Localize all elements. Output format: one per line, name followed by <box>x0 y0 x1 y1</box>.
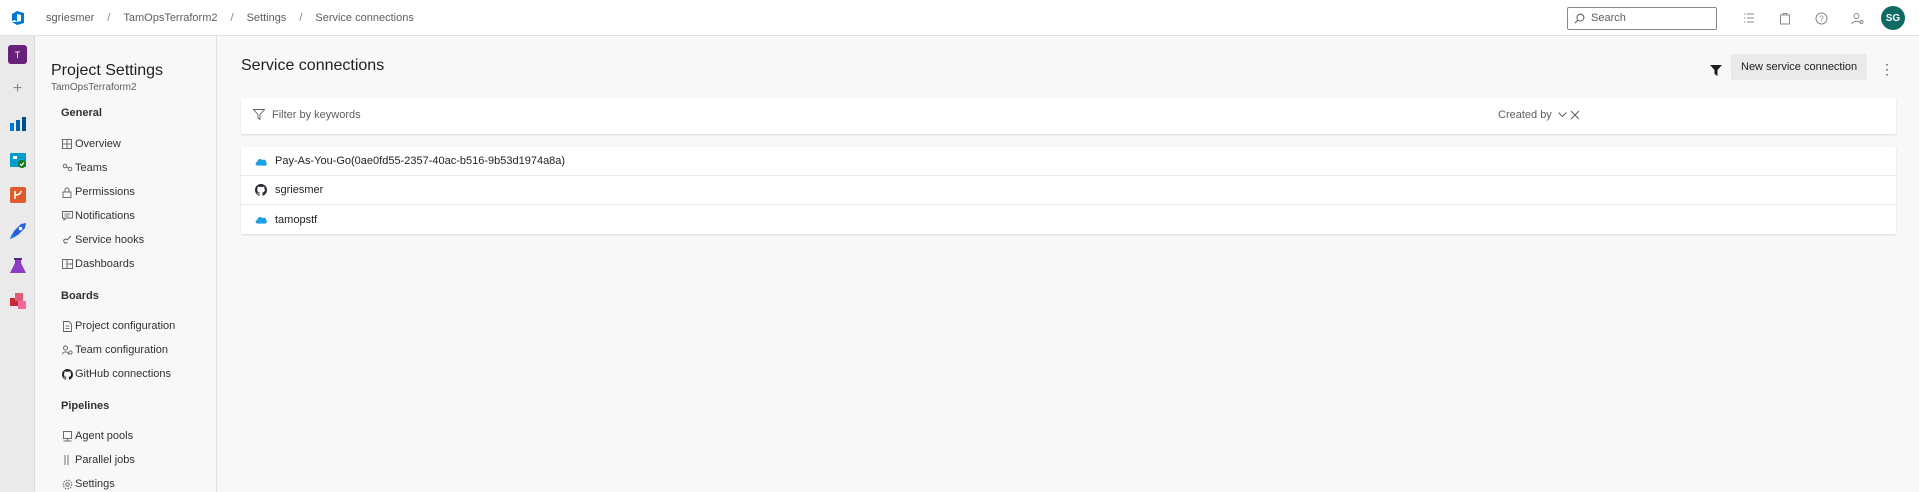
help-icon[interactable]: ? <box>1803 0 1839 36</box>
nav-item-label: Team configuration <box>75 344 168 356</box>
breadcrumb-current[interactable]: Service connections <box>312 12 416 24</box>
filter-keywords-input[interactable]: Filter by keywords <box>272 109 361 121</box>
breadcrumb-settings[interactable]: Settings <box>244 12 290 24</box>
test-plans-hub-icon[interactable] <box>8 256 27 275</box>
nav-item-settings[interactable]: Settings <box>61 474 115 492</box>
project-badge[interactable]: T <box>8 45 27 64</box>
filter-icon[interactable] <box>1704 58 1728 82</box>
list-item[interactable]: tamopstf <box>241 205 1896 234</box>
repos-hub-icon[interactable] <box>8 185 27 204</box>
lock-icon <box>61 186 73 198</box>
main-content: Service connections New service connecti… <box>217 36 1919 492</box>
connection-name: tamopstf <box>275 213 318 226</box>
nav-item-label: Settings <box>75 478 115 490</box>
list-item[interactable]: Pay-As-You-Go(0ae0fd55-2357-40ac-b516-9b… <box>241 147 1896 176</box>
boards-hub-icon[interactable] <box>8 150 27 169</box>
top-bar: sgriesmer / TamOpsTerraform2 / Settings … <box>0 0 1919 36</box>
filter-outline-icon <box>252 109 266 123</box>
nav-item-teams[interactable]: Teams <box>61 158 107 178</box>
connection-name: Pay-As-You-Go(0ae0fd55-2357-40ac-b516-9b… <box>275 155 566 167</box>
nav-item-label: Agent pools <box>75 430 134 442</box>
avatar[interactable]: SG <box>1881 6 1905 30</box>
nav-section-general: General <box>61 107 102 119</box>
filter-bar: Filter by keywords Created by <box>241 98 1896 134</box>
nav-item-label: Service hooks <box>75 234 145 246</box>
nav-item-label: Dashboards <box>75 258 135 270</box>
nav-item-agent-pools[interactable]: Agent pools <box>61 426 133 446</box>
add-icon[interactable]: + <box>8 79 27 98</box>
user-settings-icon[interactable] <box>1839 0 1875 36</box>
hook-icon <box>61 234 73 246</box>
close-icon[interactable] <box>1567 107 1583 123</box>
agent-icon <box>61 430 73 442</box>
chat-icon <box>61 210 73 222</box>
azure-cloud-icon <box>255 155 267 167</box>
nav-project-name: TamOpsTerraform2 <box>51 82 137 93</box>
app-rail: T + <box>0 36 35 492</box>
chevron-down-icon <box>1557 112 1567 118</box>
nav-section-pipelines: Pipelines <box>61 400 110 412</box>
azure-devops-logo-icon[interactable] <box>0 0 36 36</box>
nav-item-overview[interactable]: Overview <box>61 134 121 154</box>
nav-item-permissions[interactable]: Permissions <box>61 182 135 202</box>
created-by-dropdown[interactable]: Created by <box>1498 109 1567 121</box>
nav-item-notifications[interactable]: Notifications <box>61 206 135 226</box>
nav-item-label: Teams <box>75 162 108 174</box>
marketplace-icon[interactable] <box>1767 0 1803 36</box>
settings-nav: Project Settings TamOpsTerraform2 Genera… <box>36 36 217 492</box>
svg-text:?: ? <box>1819 14 1824 23</box>
github-icon <box>255 184 267 196</box>
page-title: Service connections <box>241 57 385 74</box>
gear-icon <box>61 478 73 490</box>
nav-item-parallel-jobs[interactable]: Parallel jobs <box>61 450 135 470</box>
grid-icon <box>61 138 73 150</box>
breadcrumb: sgriesmer / TamOpsTerraform2 / Settings … <box>43 12 417 24</box>
nav-item-label: Permissions <box>75 186 135 198</box>
search-input[interactable]: Search <box>1567 6 1717 30</box>
search-placeholder: Search <box>1591 12 1626 24</box>
task-list-icon[interactable] <box>1731 0 1767 36</box>
nav-item-label: Overview <box>75 138 121 150</box>
search-icon <box>1574 13 1585 23</box>
list-item[interactable]: sgriesmer <box>241 176 1896 205</box>
nav-item-label: Notifications <box>75 210 135 222</box>
breadcrumb-separator: / <box>230 11 234 24</box>
team-config-icon <box>61 344 73 356</box>
parallel-icon <box>61 454 73 466</box>
nav-item-team-configuration[interactable]: Team configuration <box>61 340 168 360</box>
breadcrumb-separator: / <box>299 11 303 24</box>
overview-hub-icon[interactable] <box>8 114 27 133</box>
service-connections-list: Pay-As-You-Go(0ae0fd55-2357-40ac-b516-9b… <box>241 147 1896 234</box>
nav-title: Project Settings <box>51 62 164 79</box>
breadcrumb-org[interactable]: sgriesmer <box>43 12 97 24</box>
new-service-connection-button[interactable]: New service connection <box>1731 54 1868 80</box>
nav-item-dashboards[interactable]: Dashboards <box>61 254 134 274</box>
github-icon <box>61 368 73 380</box>
created-by-label: Created by <box>1498 109 1552 121</box>
nav-item-label: Parallel jobs <box>75 454 135 466</box>
artifacts-hub-icon[interactable] <box>8 291 27 310</box>
breadcrumb-separator: / <box>107 11 111 24</box>
nav-item-service-hooks[interactable]: Service hooks <box>61 230 144 250</box>
nav-section-boards: Boards <box>61 290 99 302</box>
connection-name: sgriesmer <box>275 184 324 196</box>
nav-item-project-configuration[interactable]: Project configuration <box>61 316 175 336</box>
dashboard-icon <box>61 258 73 270</box>
teams-icon <box>61 162 73 174</box>
pipelines-hub-icon[interactable] <box>8 221 27 240</box>
nav-item-label: GitHub connections <box>75 368 171 380</box>
nav-item-label: Project configuration <box>75 320 176 332</box>
breadcrumb-project[interactable]: TamOpsTerraform2 <box>120 12 220 24</box>
nav-item-github-connections[interactable]: GitHub connections <box>61 364 171 384</box>
azure-cloud-icon <box>255 214 267 226</box>
more-options-icon[interactable]: ⋮ <box>1878 58 1896 80</box>
document-icon <box>61 320 73 332</box>
